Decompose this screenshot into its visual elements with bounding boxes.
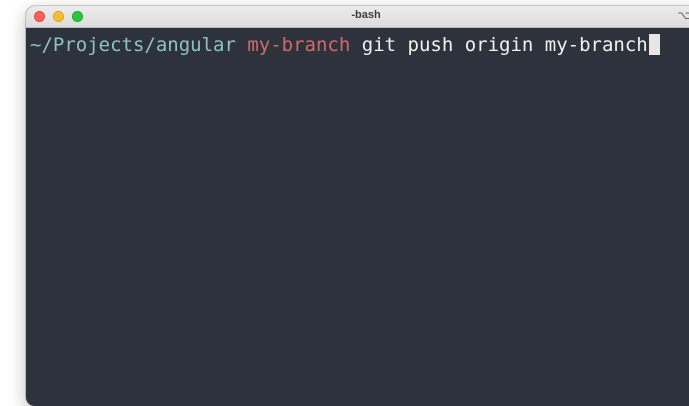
title-bar[interactable]: -bash ⌥ <box>26 6 689 28</box>
terminal-window: -bash ⌥ ~/Projects/angular my-branch git… <box>26 6 689 406</box>
command-input[interactable]: git push origin my-branch <box>362 34 648 56</box>
terminal-output[interactable]: ~/Projects/angular my-branch git push or… <box>30 32 689 406</box>
window-title: -bash <box>351 9 381 21</box>
prompt-path: ~/Projects/angular <box>30 34 236 56</box>
text-cursor <box>648 34 660 55</box>
prompt-branch: my-branch <box>247 34 351 56</box>
option-key-icon: ⌥ <box>677 9 689 22</box>
